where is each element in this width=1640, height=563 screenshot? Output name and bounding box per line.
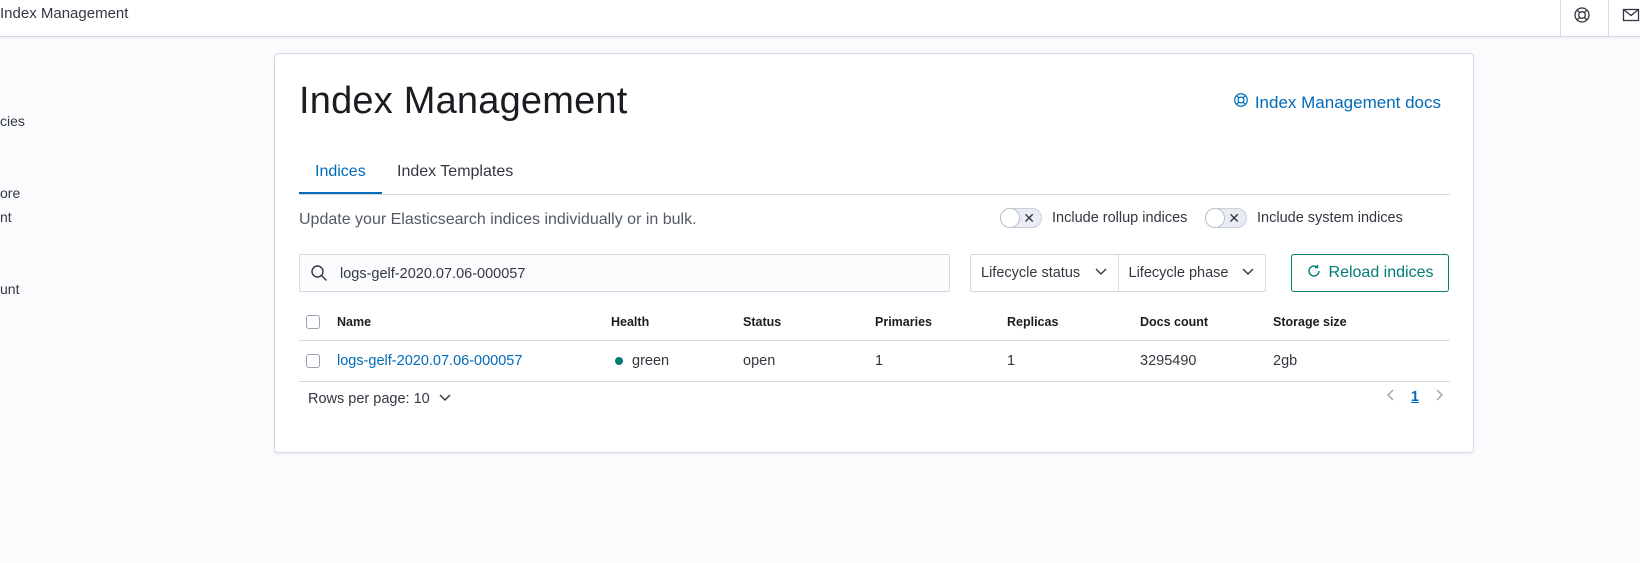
rows-per-page-label: Rows per page: 10	[308, 391, 430, 407]
replicas-cell: 1	[1007, 353, 1016, 369]
column-header-primaries[interactable]: Primaries	[875, 304, 932, 340]
lifecycle-phase-label: Lifecycle phase	[1128, 265, 1229, 281]
row-select-cell	[306, 341, 320, 381]
index-name-link[interactable]: logs-gelf-2020.07.06-000057	[337, 353, 522, 369]
page-description: Update your Elasticsearch indices indivi…	[299, 211, 697, 228]
table-row: logs-gelf-2020.07.06-000057 green open 1…	[299, 341, 1450, 382]
tab-index-templates[interactable]: Index Templates	[381, 152, 529, 192]
pagination: 1	[1385, 388, 1445, 406]
reload-indices-label: Reload indices	[1328, 264, 1434, 281]
health-cell: green	[615, 341, 669, 381]
column-header-docs-count[interactable]: Docs count	[1140, 304, 1208, 340]
side-navigation: cies ore nt unt	[0, 37, 260, 563]
rollup-toggle[interactable]: ✕ Include rollup indices	[1000, 208, 1187, 228]
column-header-storage-size[interactable]: Storage size	[1273, 304, 1347, 340]
switch-track[interactable]: ✕	[1000, 208, 1042, 228]
rollup-toggle-label: Include rollup indices	[1052, 210, 1188, 226]
health-label: green	[632, 353, 670, 369]
storage-size-cell: 2gb	[1273, 353, 1298, 369]
top-header: Index Management	[0, 0, 1640, 37]
column-header-health[interactable]: Health	[611, 304, 649, 340]
sidenav-item[interactable]: nt	[0, 209, 12, 225]
column-header-replicas[interactable]: Replicas	[1007, 304, 1058, 340]
primaries-cell: 1	[875, 353, 884, 369]
docs-link-label: Index Management docs	[1254, 92, 1441, 112]
sidenav-item[interactable]: ore	[0, 185, 20, 201]
close-icon: ✕	[1228, 210, 1240, 226]
chevron-left-icon[interactable]	[1385, 388, 1397, 406]
lifecycle-status-filter[interactable]: Lifecycle status	[971, 255, 1118, 291]
rows-per-page-select[interactable]: Rows per page: 10	[308, 390, 452, 408]
help-icon[interactable]	[1573, 6, 1591, 24]
health-status-dot	[615, 357, 623, 365]
mail-icon[interactable]	[1622, 6, 1640, 24]
chevron-right-icon[interactable]	[1433, 388, 1445, 406]
tab-bar: Indices Index Templates	[299, 152, 1450, 195]
tab-indices[interactable]: Indices	[299, 152, 382, 194]
switch-track[interactable]: ✕	[1205, 208, 1247, 228]
lifecycle-phase-filter[interactable]: Lifecycle phase	[1117, 255, 1266, 291]
search-field[interactable]	[299, 254, 950, 293]
chevron-down-icon	[438, 390, 452, 408]
status-cell: open	[743, 353, 776, 369]
sidenav-item[interactable]: unt	[0, 281, 19, 297]
search-icon	[310, 264, 328, 287]
filter-group: Lifecycle status Lifecycle phase	[970, 254, 1266, 292]
lifecycle-status-label: Lifecycle status	[981, 265, 1081, 281]
select-all-cell	[306, 304, 320, 340]
select-all-checkbox[interactable]	[306, 315, 320, 329]
main-panel: Index Management Index Management docs I…	[274, 53, 1474, 453]
row-checkbox[interactable]	[306, 354, 320, 368]
system-toggle[interactable]: ✕ Include system indices	[1205, 208, 1403, 228]
close-icon: ✕	[1023, 210, 1035, 226]
index-name-cell: logs-gelf-2020.07.06-000057	[337, 341, 522, 381]
header-divider	[1560, 0, 1561, 36]
table-header: Name Health Status Primaries Replicas Do…	[299, 304, 1450, 341]
indices-table: Name Health Status Primaries Replicas Do…	[299, 304, 1450, 382]
chevron-down-icon	[1094, 264, 1108, 282]
search-input[interactable]	[338, 255, 932, 293]
reload-indices-button[interactable]: Reload indices	[1291, 254, 1449, 292]
refresh-icon	[1307, 264, 1321, 283]
header-divider	[1608, 0, 1609, 36]
column-header-status[interactable]: Status	[743, 304, 781, 340]
chevron-down-icon	[1241, 264, 1255, 282]
page-number[interactable]: 1	[1411, 389, 1419, 405]
sidenav-item[interactable]: cies	[0, 113, 25, 129]
docs-count-cell: 3295490	[1140, 353, 1197, 369]
system-toggle-label: Include system indices	[1257, 210, 1403, 226]
docs-link[interactable]: Index Management docs	[1233, 92, 1441, 113]
page-title: Index Management	[299, 80, 628, 122]
breadcrumb[interactable]: Index Management	[0, 5, 128, 22]
column-header-name[interactable]: Name	[337, 304, 371, 340]
help-icon	[1233, 92, 1249, 113]
